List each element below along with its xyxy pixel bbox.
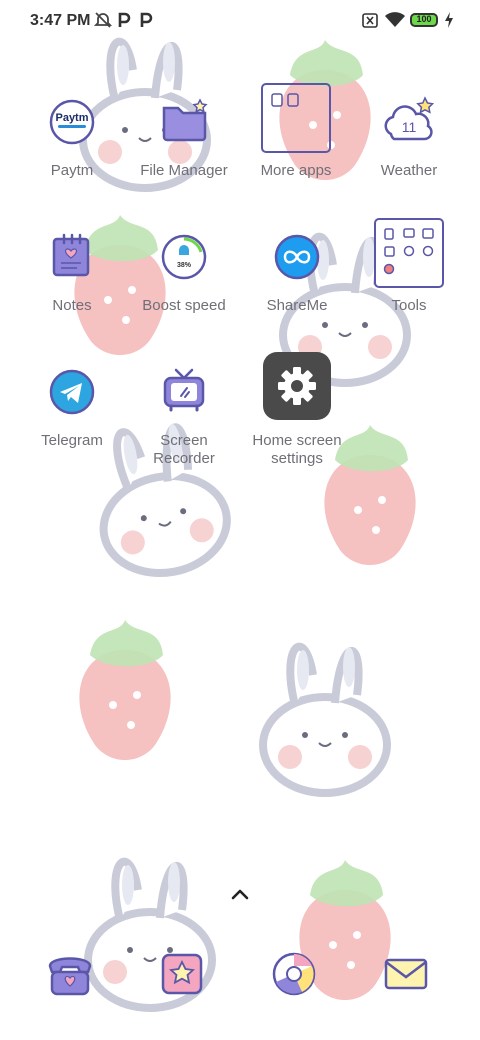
boost-speed-icon: 38% (161, 234, 207, 280)
paytm-logo-text: Paytm (55, 112, 88, 124)
telegram-icon (49, 369, 95, 415)
app-label: Weather (380, 162, 438, 179)
shareme-icon (274, 234, 320, 280)
boost-percent: 38% (177, 262, 192, 269)
app-label: More apps (260, 162, 332, 179)
app-label: Tools (391, 297, 427, 314)
messages-envelope-icon[interactable] (378, 946, 434, 1002)
browser-icon[interactable] (266, 946, 322, 1002)
app-label: Home screen settings (235, 432, 359, 468)
notes-icon (52, 233, 90, 277)
star-gallery-icon[interactable] (154, 946, 210, 1002)
battery-level: 100 (416, 14, 432, 24)
battery-icon: 100 (410, 13, 438, 27)
file-manager-icon (162, 98, 208, 142)
app-label: File Manager (140, 162, 228, 179)
app-label: ShareMe (266, 297, 328, 314)
app-label-line1: Home screen (252, 432, 342, 449)
app-label: Notes (52, 297, 92, 314)
app-label: Telegram (41, 432, 103, 449)
phone-icon[interactable] (42, 946, 98, 1002)
wifi-icon (385, 12, 405, 27)
charging-icon (445, 12, 453, 28)
app-label-line2: settings (271, 450, 323, 467)
app-label: Screen Recorder (122, 432, 246, 468)
alarm-off-icon (94, 12, 112, 28)
chevron-up-icon[interactable] (228, 882, 252, 906)
status-time: 3:47 PM (30, 12, 91, 29)
tools-folder-icon (374, 218, 444, 288)
app-label: Boost speed (142, 297, 226, 314)
more-apps-folder-icon (261, 83, 331, 153)
status-bar: 3:47 PM 100 (0, 0, 480, 44)
app-label: Paytm (50, 162, 94, 179)
weather-temp: 11 (402, 119, 417, 135)
paytm-icon: Paytm (49, 99, 95, 145)
weather-icon: 11 (384, 96, 435, 141)
paytm-notification-icon (140, 12, 153, 27)
app-label-line2: Recorder (153, 450, 215, 467)
sim-no-service-icon (362, 13, 378, 28)
app-label-line1: Screen (160, 432, 208, 449)
screen-recorder-icon (163, 368, 205, 412)
settings-gear-icon (263, 352, 331, 420)
paytm-notification-icon (118, 12, 131, 27)
